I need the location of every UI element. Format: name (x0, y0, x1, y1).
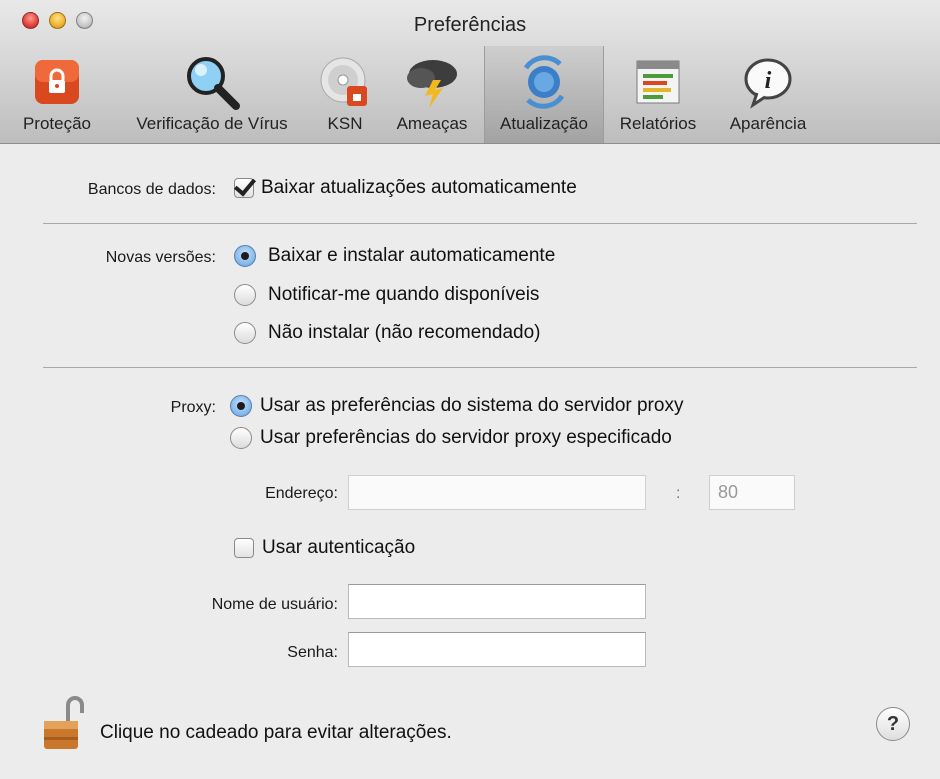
update-globe-icon (514, 52, 574, 112)
preferences-toolbar: Proteção Verificação de Vírus KSN Ameaça… (0, 46, 940, 143)
new-versions-option-notify[interactable]: Notificar-me quando disponíveis (234, 284, 539, 306)
toolbar-item-atualizacao[interactable]: Atualização (484, 46, 604, 143)
radio-label: Usar as preferências do sistema do servi… (260, 395, 684, 416)
password-input[interactable] (348, 632, 646, 667)
radio-label: Baixar e instalar automaticamente (268, 245, 556, 266)
new-versions-label: Novas versões: (105, 249, 216, 266)
disc-icon (315, 52, 375, 112)
lock-message: Clique no cadeado para evitar alterações… (100, 722, 452, 743)
auto-update-checkbox[interactable] (234, 178, 254, 198)
radio-button[interactable] (230, 395, 252, 417)
radio-label: Usar preferências do servidor proxy espe… (260, 427, 672, 448)
report-icon (628, 52, 688, 112)
toolbar-item-protecao[interactable]: Proteção (6, 46, 108, 143)
databases-label: Bancos de dados: (87, 181, 216, 198)
separator (43, 367, 917, 368)
toolbar-label: KSN (327, 114, 363, 133)
toolbar-item-ameacas[interactable]: Ameaças (384, 46, 480, 143)
port-input[interactable] (709, 475, 795, 510)
title-bar: Preferências Proteção Verificação de Vír… (0, 0, 940, 144)
proxy-option-system[interactable]: Usar as preferências do sistema do servi… (230, 395, 683, 417)
new-versions-option-never[interactable]: Não instalar (não recomendado) (234, 322, 541, 344)
radio-button[interactable] (234, 322, 256, 344)
toolbar-label: Proteção (22, 114, 92, 133)
use-auth-label: Usar autenticação (262, 537, 416, 558)
proxy-label: Proxy: (170, 399, 216, 416)
toolbar-item-ksn[interactable]: KSN (316, 46, 374, 143)
address-label: Endereço: (265, 485, 338, 502)
storm-cloud-icon (402, 52, 462, 112)
username-label: Nome de usuário: (211, 596, 338, 613)
preferences-content: Bancos de dados: Baixar atualizações aut… (0, 145, 940, 779)
port-separator: : (676, 485, 681, 502)
radio-button[interactable] (234, 284, 256, 306)
use-auth-option[interactable]: Usar autenticação (234, 537, 415, 559)
toolbar-label: Verificação de Vírus (136, 114, 288, 133)
use-auth-checkbox[interactable] (234, 538, 254, 558)
toolbar-label: Atualização (500, 114, 588, 133)
address-input[interactable] (348, 475, 646, 510)
magnifier-icon (182, 52, 242, 112)
lock-icon[interactable] (40, 695, 90, 755)
separator (43, 223, 917, 224)
radio-label: Notificar-me quando disponíveis (268, 284, 540, 305)
proxy-option-custom[interactable]: Usar preferências do servidor proxy espe… (230, 427, 672, 449)
radio-button[interactable] (230, 427, 252, 449)
radio-label: Não instalar (não recomendado) (268, 322, 541, 343)
toolbar-label: Relatórios (619, 114, 697, 133)
auto-update-option[interactable]: Baixar atualizações automaticamente (234, 177, 577, 199)
toolbar-label: Aparência (729, 114, 807, 133)
auto-update-label: Baixar atualizações automaticamente (261, 177, 577, 198)
info-icon: i (738, 52, 798, 112)
toolbar-label: Ameaças (396, 114, 468, 133)
toolbar-item-relatorios[interactable]: Relatórios (608, 46, 708, 143)
lock-shield-icon (27, 52, 87, 112)
password-label: Senha: (287, 644, 338, 661)
toolbar-item-aparencia[interactable]: i Aparência (718, 46, 818, 143)
toolbar-item-verificacao[interactable]: Verificação de Vírus (112, 46, 312, 143)
username-input[interactable] (348, 584, 646, 619)
new-versions-option-auto[interactable]: Baixar e instalar automaticamente (234, 245, 555, 267)
radio-button[interactable] (234, 245, 256, 267)
svg-text:i: i (765, 68, 772, 94)
window-title: Preferências (413, 14, 527, 36)
help-button[interactable]: ? (876, 707, 910, 741)
